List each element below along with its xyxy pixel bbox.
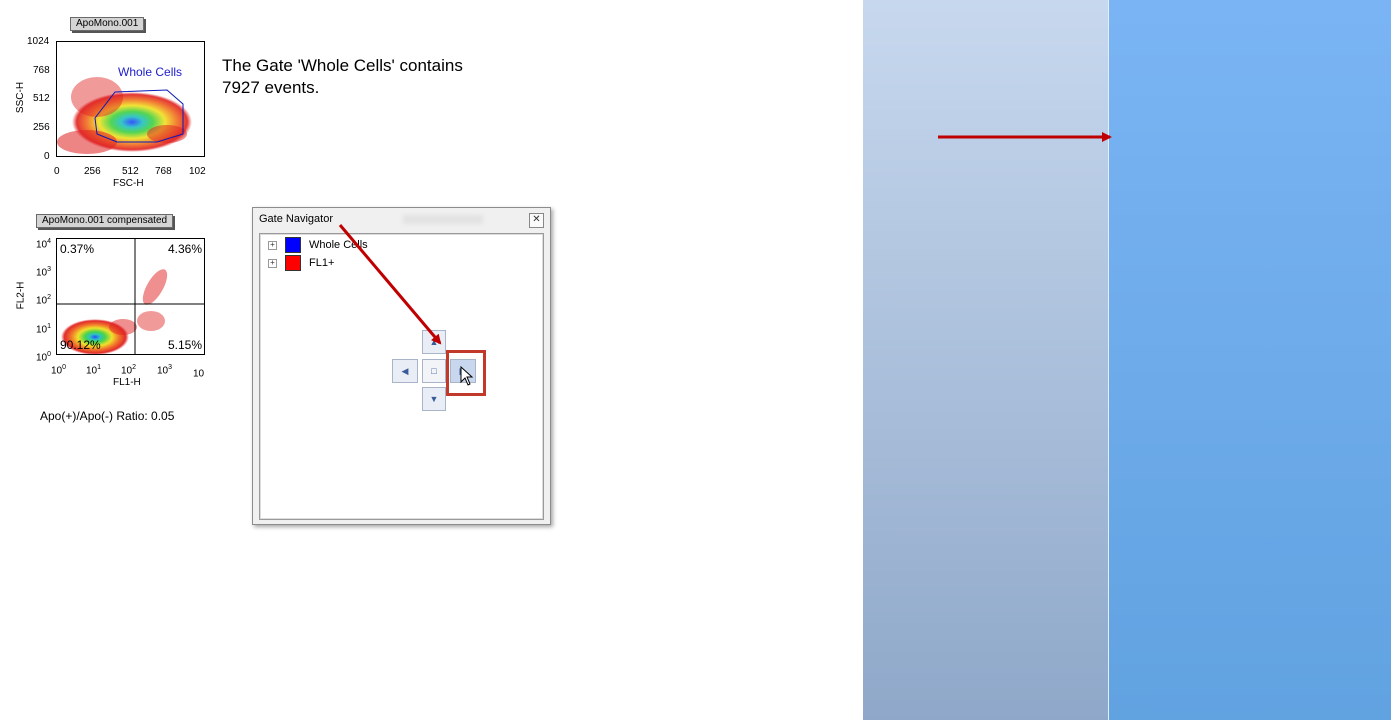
annotation-arrows <box>338 132 1112 345</box>
arrow-to-dock-button <box>338 224 442 345</box>
